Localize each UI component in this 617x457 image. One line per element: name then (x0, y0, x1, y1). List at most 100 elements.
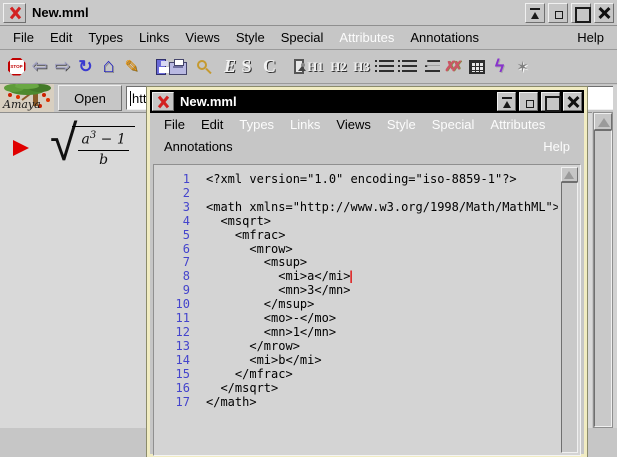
menu-item[interactable]: Style (379, 114, 424, 135)
scroll-up-icon[interactable] (594, 113, 612, 130)
iconify-button[interactable] (548, 2, 568, 23)
table-icon[interactable] (465, 53, 488, 81)
menu-item[interactable]: Attributes (331, 27, 402, 48)
h3-icon[interactable]: H3 (350, 53, 373, 81)
search-icon[interactable] (189, 53, 212, 81)
source-window-title: New.mml (180, 94, 237, 109)
menu-item[interactable]: Annotations (402, 27, 487, 48)
image-icon[interactable] (281, 53, 306, 81)
shade-button[interactable] (525, 2, 545, 23)
menu-item[interactable]: File (156, 114, 193, 135)
red-x-icon (7, 6, 23, 20)
close-button[interactable] (563, 92, 582, 111)
base-b: b (99, 151, 109, 168)
selection-marker-icon (13, 140, 29, 156)
code-line[interactable]: 2 (154, 185, 558, 201)
code-line[interactable]: 4 <msqrt> (154, 213, 558, 229)
code-text: <math xmlns="http://www.w3.org/1998/Math… (206, 199, 558, 214)
bullet-list-icon[interactable] (373, 53, 396, 81)
strong-icon[interactable]: S (235, 53, 258, 81)
code-text: </mrow> (206, 338, 300, 353)
h2-icon[interactable]: H2 (327, 53, 350, 81)
maximize-button[interactable] (571, 2, 591, 23)
code-line[interactable]: 1 <?xml version="1.0" encoding="iso-8859… (154, 173, 558, 187)
shade-button[interactable] (497, 92, 516, 111)
code-line[interactable]: 15 </mfrac> (154, 367, 558, 382)
menu-item[interactable]: Edit (193, 114, 231, 135)
line-number: 4 (182, 213, 190, 228)
menu-item[interactable]: Types (231, 114, 282, 135)
pencil-icon[interactable]: ✎ (120, 53, 143, 81)
menu-item[interactable]: Style (228, 27, 273, 48)
code-text: <mi>b</mi> (206, 352, 322, 367)
code-line[interactable]: 3 <math xmlns="http://www.w3.org/1998/Ma… (154, 199, 558, 215)
main-scrollbar[interactable] (593, 112, 613, 428)
code-line[interactable]: 13 </mrow> (154, 338, 558, 354)
source-menu-row1: File Edit Types Links Views Style Special Attri… (150, 113, 584, 135)
close-button[interactable] (594, 2, 614, 23)
code-line[interactable]: 8 <mi>a</mi> | (154, 269, 558, 284)
definition-list-icon[interactable] (419, 53, 442, 81)
menu-item[interactable]: Edit (42, 27, 80, 48)
menu-item[interactable]: Attributes (482, 114, 553, 135)
source-window: New.mml File Edit Types Links Views Style Spec… (146, 86, 588, 457)
menu-item-help[interactable]: Help (535, 136, 578, 157)
code-line[interactable]: 6 <mrow> (154, 242, 558, 257)
open-button[interactable]: Open (58, 85, 122, 111)
menu-item[interactable]: Special (273, 27, 332, 48)
menu-item-annotations[interactable]: Annotations (156, 136, 241, 157)
code-text: <mn>1</mn> (206, 324, 337, 339)
source-menubar: File Edit Types Links Views Style Special Attri… (150, 113, 584, 157)
delete-icon[interactable]: ✗✗ (442, 53, 465, 81)
code-line[interactable]: 16 </msqrt> (154, 380, 558, 396)
amaya-app-icon[interactable] (152, 92, 174, 111)
code-line[interactable]: 9 <mn>3</mn> (154, 283, 558, 298)
iconify-button[interactable] (519, 92, 538, 111)
line-number: 17 (175, 394, 190, 409)
line-number: 13 (175, 338, 190, 353)
link-icon[interactable]: ✶ (511, 53, 534, 81)
main-window-controls (525, 2, 614, 23)
scroll-up-icon[interactable] (561, 167, 578, 182)
source-code-panel[interactable]: 1 <?xml version="1.0" encoding="iso-8859… (153, 164, 581, 456)
save-icon[interactable] (143, 53, 169, 81)
menu-item[interactable]: Links (282, 114, 328, 135)
numbered-list-icon[interactable] (396, 53, 419, 81)
reload-icon[interactable]: ↻ (74, 53, 97, 81)
code-icon[interactable]: C (258, 53, 281, 81)
print-icon[interactable] (166, 53, 189, 81)
main-window-title: New.mml (32, 5, 89, 20)
code-line[interactable]: 10 </msup> (154, 297, 558, 312)
math-icon[interactable]: ϟ (488, 53, 511, 81)
code-line[interactable]: 14 <mi>b</mi> (154, 352, 558, 368)
line-number: 2 (182, 185, 190, 200)
red-x-icon (155, 95, 171, 109)
back-icon[interactable]: ⇦ (28, 53, 51, 81)
stop-icon[interactable]: STOP (5, 53, 28, 81)
source-scrollbar[interactable] (561, 167, 578, 453)
menu-item[interactable]: Views (177, 27, 227, 48)
emphasis-icon[interactable]: E (212, 53, 236, 81)
menu-item[interactable]: File (5, 27, 42, 48)
scroll-track[interactable] (561, 182, 578, 453)
home-icon[interactable]: ⌂ (97, 53, 120, 81)
code-text: </msqrt> (206, 380, 279, 395)
code-line[interactable]: 7 <msup> (154, 256, 558, 270)
code-line[interactable]: 5 <mfrac> (154, 227, 558, 243)
code-line[interactable]: 17 </math> (154, 394, 558, 410)
menu-item-help[interactable]: Help (569, 27, 612, 48)
forward-icon[interactable]: ⇨ (51, 53, 74, 81)
maximize-button[interactable] (541, 92, 561, 112)
code-line[interactable]: 11 <mo>-</mo> (154, 311, 558, 326)
scroll-track[interactable] (594, 130, 612, 427)
menu-item[interactable]: Special (424, 114, 483, 135)
menu-item[interactable]: Links (131, 27, 177, 48)
menu-item[interactable]: Views (328, 114, 378, 135)
h1-icon[interactable]: H1 (304, 53, 327, 81)
code-text: <mfrac> (206, 227, 286, 242)
code-line[interactable]: 12 <mn>1</mn> (154, 324, 558, 340)
amaya-app-icon[interactable] (3, 2, 26, 23)
menu-item[interactable]: Types (80, 27, 131, 48)
exponent-3: 3 (89, 130, 97, 141)
source-window-controls (497, 92, 582, 112)
